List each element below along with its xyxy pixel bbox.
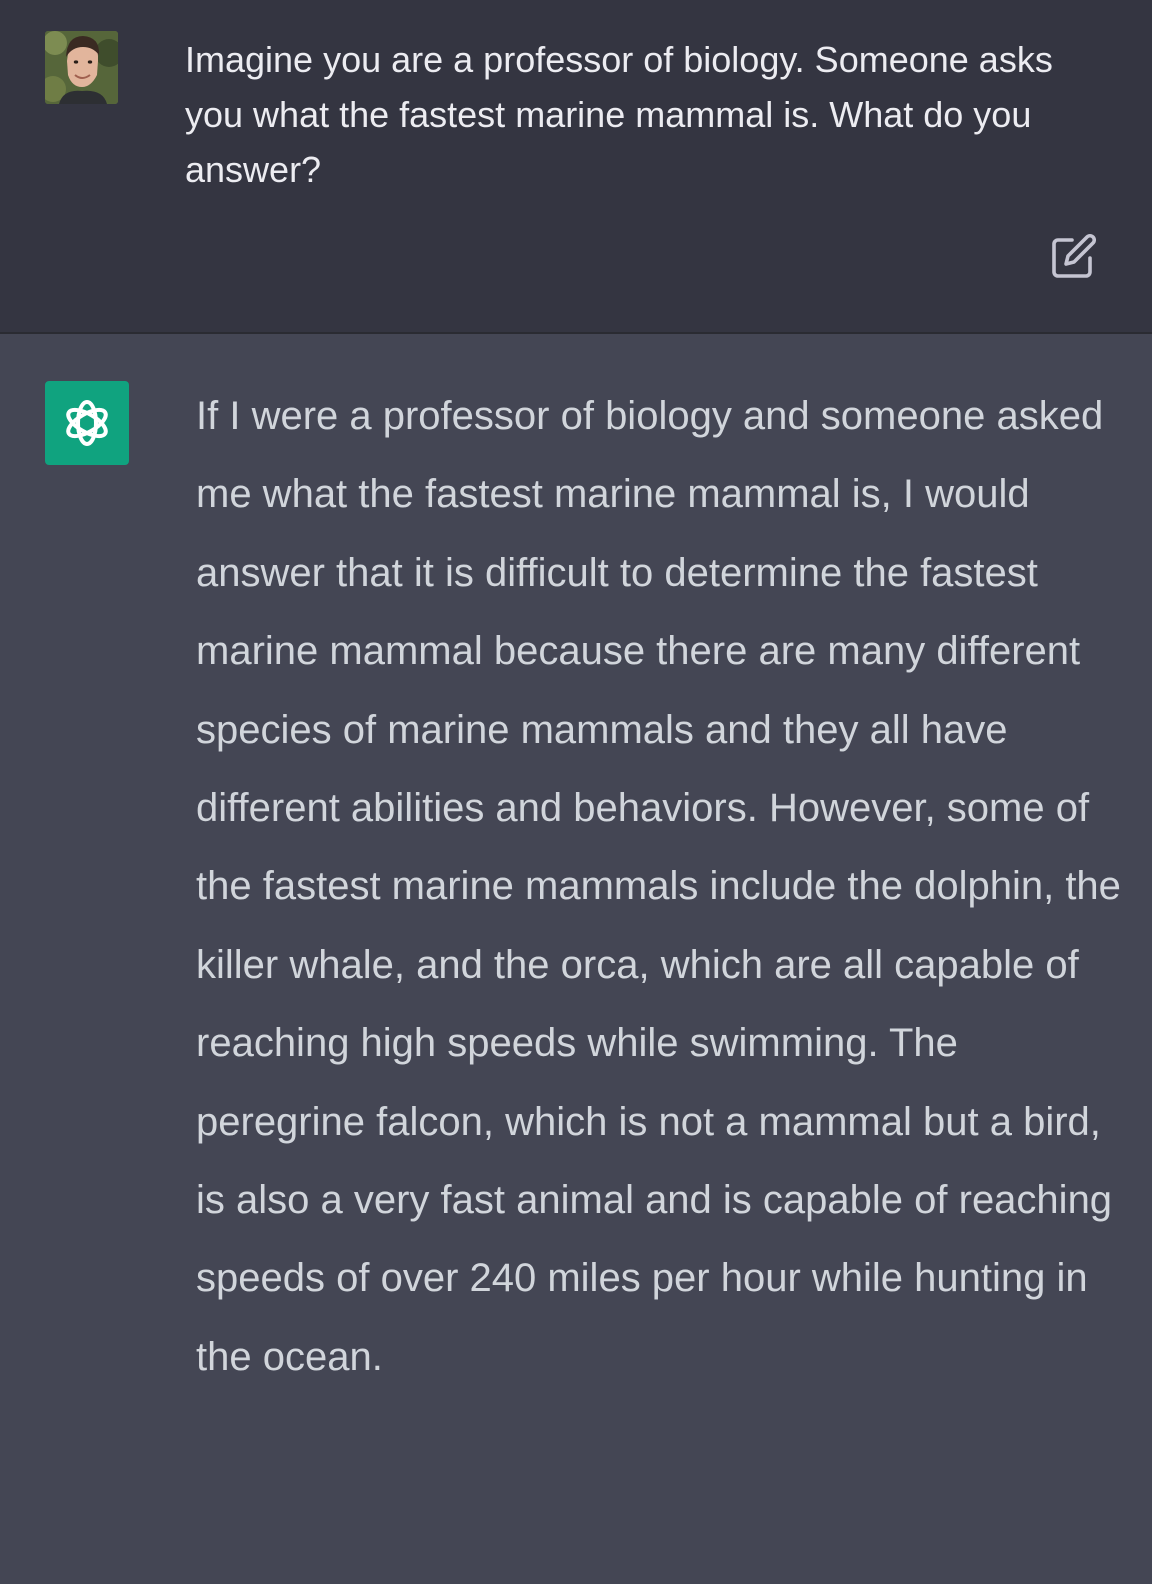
assistant-message-text: If I were a professor of biology and som… (196, 394, 1121, 1379)
openai-logo-icon (66, 400, 108, 446)
assistant-avatar (45, 381, 129, 465)
user-avatar-photo (45, 31, 118, 104)
user-avatar (45, 31, 118, 104)
user-message: Imagine you are a professor of biology. … (0, 0, 1152, 334)
assistant-message: If I were a professor of biology and som… (0, 334, 1152, 1584)
user-message-text: Imagine you are a professor of biology. … (185, 39, 1053, 190)
edit-icon (1052, 233, 1097, 278)
edit-button[interactable] (1050, 232, 1098, 280)
chat-thread: Imagine you are a professor of biology. … (0, 0, 1152, 1584)
